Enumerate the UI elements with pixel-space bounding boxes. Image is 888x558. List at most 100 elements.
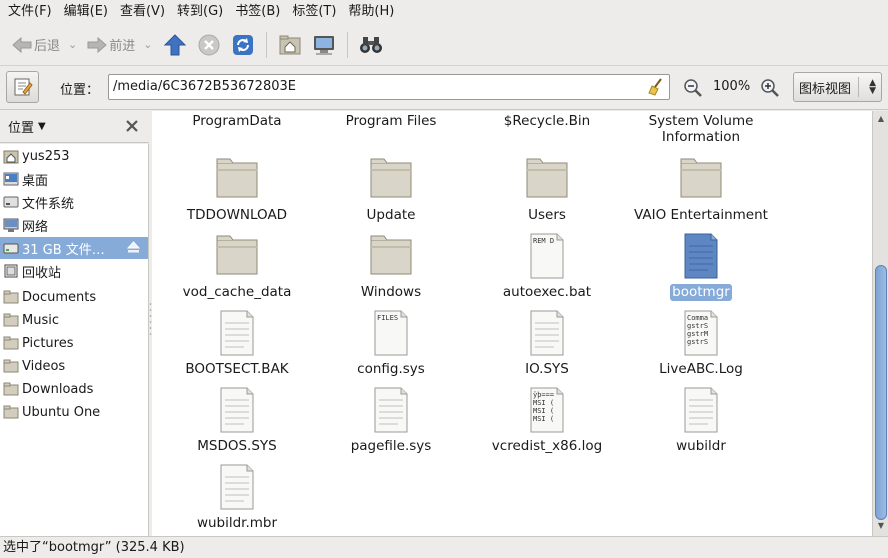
file-label: wubildr.mbr	[196, 515, 278, 531]
reload-button[interactable]	[228, 29, 258, 61]
file-item[interactable]: $Recycle.Bin	[472, 111, 622, 130]
sidebar-item-drive[interactable]: 31 GB 文件…	[0, 237, 148, 259]
preview-line: MSI (	[533, 399, 554, 407]
file-item-selected[interactable]: bootmgr	[626, 232, 776, 301]
menu-go[interactable]: 转到(G)	[171, 0, 229, 24]
location-label: 位置：	[60, 83, 100, 98]
file-label: vcredist_x86.log	[491, 438, 603, 454]
file-item[interactable]: Program Files	[316, 111, 466, 130]
file-item[interactable]: pagefile.sys	[316, 386, 466, 455]
forward-arrow-icon	[87, 36, 107, 53]
file-item[interactable]: VAIO Entertainment	[626, 155, 776, 224]
text-file-icon: Comma gstrS gstrM gstrS	[684, 310, 718, 356]
folder-icon	[3, 359, 19, 373]
sidebar-item-label: 文件系统	[22, 196, 75, 212]
file-icon-view[interactable]: ProgramData Program Files $Recycle.Bin S…	[152, 111, 872, 536]
back-label: 后退	[34, 39, 61, 54]
menu-tabs[interactable]: 标签(T)	[286, 0, 342, 24]
file-item[interactable]: REM D autoexec.bat	[472, 232, 622, 301]
view-mode-value: 图标视图	[799, 81, 852, 97]
file-item[interactable]: IO.SYS	[472, 309, 622, 378]
edit-location-toggle[interactable]	[6, 71, 39, 103]
forward-history-chevron-icon[interactable]: ⌄	[143, 38, 152, 51]
preview-line: gstrM	[687, 330, 708, 338]
clear-broom-icon[interactable]	[647, 78, 665, 96]
file-item[interactable]: wubildr.mbr	[162, 463, 312, 532]
filesystem-icon	[3, 196, 19, 208]
sidebar-item-pictures[interactable]: Pictures	[0, 332, 148, 354]
file-item[interactable]: Comma gstrS gstrM gstrS LiveABC.Log	[626, 309, 776, 378]
zoom-out-icon[interactable]	[683, 78, 703, 98]
text-file-icon: ÿþ=== MSI (MSI (MSI (	[530, 387, 564, 433]
computer-button[interactable]	[309, 29, 339, 61]
sidebar-item-ubuntu-one[interactable]: Ubuntu One	[0, 401, 148, 423]
back-button[interactable]: 后退	[8, 29, 64, 61]
menu-bookmarks[interactable]: 书签(B)	[229, 0, 286, 24]
file-item[interactable]: ProgramData	[162, 111, 312, 130]
file-label: $Recycle.Bin	[503, 113, 591, 129]
toolbar-separator	[347, 31, 349, 58]
document-icon	[374, 387, 408, 433]
file-item[interactable]: System Volume Information	[626, 111, 776, 145]
menubar: 文件(F) 编辑(E) 查看(V) 转到(G) 书签(B) 标签(T) 帮助(H…	[0, 0, 888, 24]
file-label: Windows	[360, 284, 422, 300]
sidebar: 位置 ▼ yus253 桌面 文件系统 网络 31 GB 文件… 回收站 Doc…	[0, 111, 149, 536]
document-icon	[220, 387, 254, 433]
file-preview-multiline: Comma gstrS gstrM gstrS	[687, 314, 708, 346]
zoom-in-icon[interactable]	[760, 78, 780, 98]
eject-icon[interactable]	[127, 241, 140, 254]
file-item[interactable]: wubildr	[626, 386, 776, 455]
sidebar-item-filesystem[interactable]: 文件系统	[0, 191, 148, 213]
menu-file[interactable]: 文件(F)	[2, 0, 58, 24]
folder-icon	[3, 405, 19, 419]
search-button[interactable]	[356, 29, 386, 61]
sidebar-item-network[interactable]: 网络	[0, 214, 148, 236]
menu-edit[interactable]: 编辑(E)	[58, 0, 114, 24]
view-mode-select[interactable]: 图标视图 ▲ ▼	[793, 72, 882, 102]
network-icon	[3, 218, 19, 232]
folder-icon	[680, 158, 722, 198]
sidebar-item-trash[interactable]: 回收站	[0, 260, 148, 282]
computer-icon	[314, 35, 335, 55]
up-button[interactable]	[160, 29, 190, 61]
home-button[interactable]	[275, 29, 305, 61]
updown-chevron-icon: ▲ ▼	[869, 78, 876, 96]
file-item[interactable]: Users	[472, 155, 622, 224]
file-item[interactable]: Update	[316, 155, 466, 224]
sidebar-item-desktop[interactable]: 桌面	[0, 168, 148, 190]
sidebar-item-videos[interactable]: Videos	[0, 355, 148, 377]
file-item[interactable]: TDDOWNLOAD	[162, 155, 312, 224]
sidebar-item-music[interactable]: Music	[0, 309, 148, 331]
desktop-icon	[3, 172, 19, 186]
sidebar-item-home[interactable]: yus253	[0, 145, 148, 167]
file-item[interactable]: vod_cache_data	[162, 232, 312, 301]
scroll-up-arrow-icon[interactable]: ▲	[875, 114, 887, 126]
file-item[interactable]: BOOTSECT.BAK	[162, 309, 312, 378]
file-preview-multiline: ÿþ=== MSI (MSI (MSI (	[533, 391, 554, 423]
back-history-chevron-icon[interactable]: ⌄	[68, 38, 77, 51]
forward-button[interactable]: 前进	[83, 29, 139, 61]
sidebar-item-documents[interactable]: Documents	[0, 286, 148, 308]
drive-icon	[3, 243, 19, 254]
scroll-down-arrow-icon[interactable]: ▼	[875, 521, 887, 533]
chevron-down-icon: ▼	[38, 121, 46, 132]
file-label: Update	[366, 207, 416, 223]
text-file-icon: REM D	[530, 233, 564, 279]
file-item[interactable]: Windows	[316, 232, 466, 301]
up-arrow-icon	[164, 33, 187, 55]
sidebar-item-downloads[interactable]: Downloads	[0, 378, 148, 400]
file-item[interactable]: ÿþ=== MSI (MSI (MSI ( vcredist_x86.log	[472, 386, 622, 455]
stop-button[interactable]	[194, 29, 224, 61]
file-item[interactable]: MSDOS.SYS	[162, 386, 312, 455]
sidebar-item-label: Ubuntu One	[22, 404, 101, 420]
location-entry[interactable]: /media/6C3672B53672803E	[108, 74, 670, 100]
menu-help[interactable]: 帮助(H)	[342, 0, 400, 24]
folder-icon	[3, 290, 19, 304]
file-item[interactable]: FILES config.sys	[316, 309, 466, 378]
scrollbar-thumb[interactable]	[875, 265, 887, 520]
vertical-scrollbar[interactable]: ▲ ▼	[872, 111, 888, 536]
menu-view[interactable]: 查看(V)	[114, 0, 171, 24]
close-icon[interactable]	[125, 119, 139, 133]
document-icon	[220, 310, 254, 356]
file-preview: REM D	[533, 237, 554, 245]
